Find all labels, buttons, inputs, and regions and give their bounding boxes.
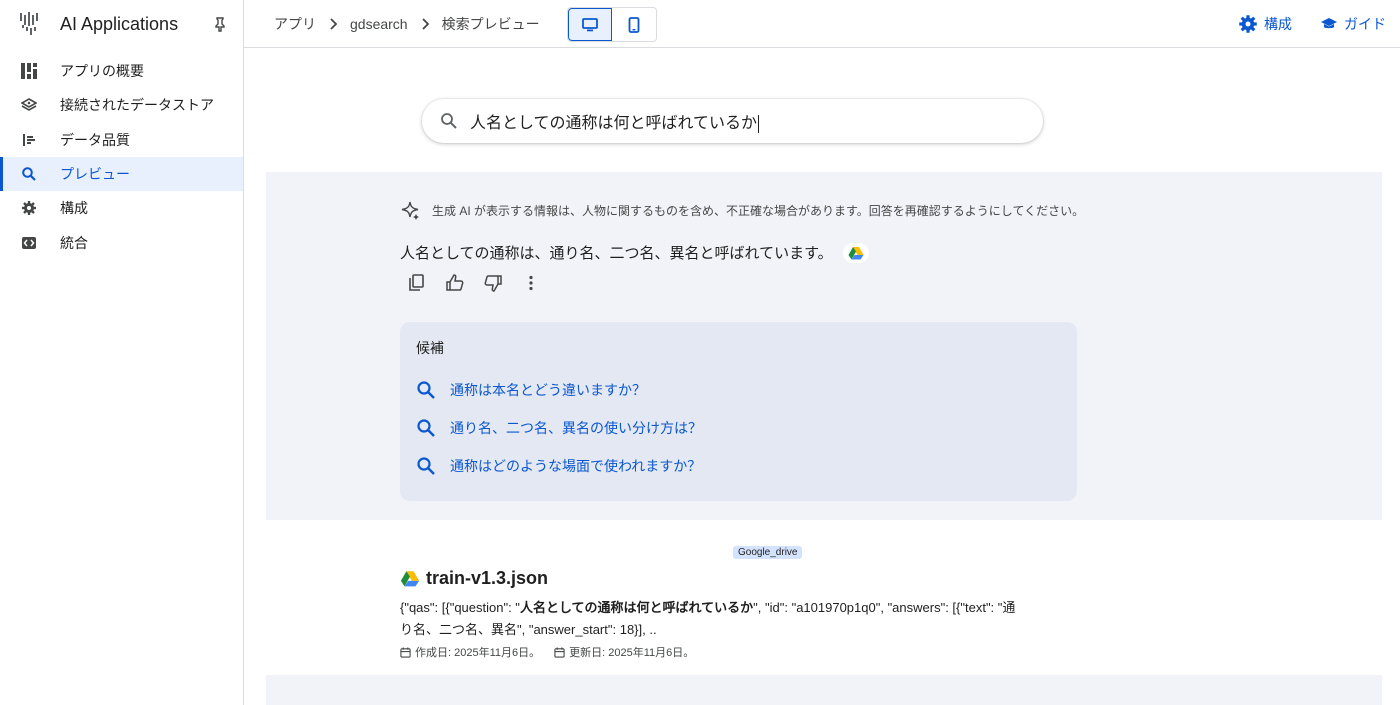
- config-link[interactable]: 構成: [1238, 14, 1292, 34]
- sidebar-item-label: プレビュー: [60, 166, 130, 183]
- search-card: 人名としての通称は何と呼ばれているか: [266, 48, 1382, 172]
- suggestions-panel: 候補 通称は本名とどう違いますか？ 通り名、二つ名、異名の使い分け方は？ 通称は…: [400, 322, 1077, 501]
- quality-icon: [20, 131, 38, 149]
- mobile-view-button[interactable]: [612, 8, 656, 41]
- more-vert-icon[interactable]: [522, 274, 540, 292]
- suggestions-header: 候補: [416, 340, 444, 356]
- sidebar-item-label: 接続されたデータストア: [60, 97, 214, 114]
- search-icon: [440, 112, 458, 130]
- google-drive-icon: [400, 570, 420, 587]
- chevron-right-icon: [420, 17, 430, 30]
- sidebar-nav: アプリの概要 接続されたデータストア データ品質 プレビュー 構成 統合: [0, 54, 243, 260]
- ai-answer-panel: 生成 AI が表示する情報は、人物に関するものを含め、不正確な場合があります。回…: [266, 172, 1382, 520]
- breadcrumb: アプリ gdsearch 検索プレビュー: [274, 14, 540, 34]
- suggestion-text: 通り名、二つ名、異名の使い分け方は？: [450, 420, 702, 436]
- sparkle-icon: [400, 200, 420, 220]
- school-icon: [1321, 18, 1337, 29]
- next-section: [266, 675, 1382, 705]
- config-link-label: 構成: [1264, 16, 1292, 32]
- result-snippet: {"qas": [{"question": "人名としての通称は何と呼ばれている…: [400, 600, 1016, 637]
- suggestion-item[interactable]: 通称は本名とどう違いますか？: [416, 380, 646, 400]
- datastore-icon: [20, 96, 38, 114]
- sidebar-item-preview[interactable]: プレビュー: [0, 156, 243, 192]
- ai-disclaimer: 生成 AI が表示する情報は、人物に関するものを含め、不正確な場合があります。回…: [400, 200, 1084, 220]
- breadcrumb-item[interactable]: gdsearch: [350, 16, 408, 32]
- suggestion-text: 通称は本名とどう違いますか？: [450, 382, 646, 398]
- answer-actions: [408, 274, 540, 292]
- desktop-view-button[interactable]: [568, 8, 612, 41]
- dashboard-icon: [20, 62, 38, 80]
- google-drive-icon[interactable]: [842, 242, 869, 263]
- ai-answer: 人名としての通称は、通り名、二つ名、異名と呼ばれています。: [400, 242, 869, 263]
- search-icon: [416, 456, 436, 476]
- disclaimer-text: 生成 AI が表示する情報は、人物に関するものを含め、不正確な場合があります。回…: [432, 203, 1085, 218]
- sidebar-item-label: アプリの概要: [60, 63, 144, 80]
- calendar-icon: [400, 646, 411, 658]
- search-icon: [416, 380, 436, 400]
- breadcrumb-item[interactable]: アプリ: [274, 14, 316, 34]
- app-logo-icon: [18, 11, 42, 37]
- sidebar-item-overview[interactable]: アプリの概要: [0, 54, 243, 88]
- app-title: AI Applications: [60, 13, 179, 34]
- gear-icon: [20, 199, 38, 217]
- created-date: 作成日: 2025年11月6日。: [400, 644, 540, 660]
- chevron-right-icon: [328, 17, 338, 30]
- main-content: 人名としての通称は何と呼ばれているか 生成 AI が表示する情報は、人物に関する…: [244, 48, 1400, 705]
- result-title-row[interactable]: train-v1.3.json: [400, 568, 548, 589]
- calendar-icon: [554, 646, 565, 658]
- result-meta: 作成日: 2025年11月6日。 更新日: 2025年11月6日。: [400, 644, 694, 660]
- sidebar-item-integration[interactable]: 統合: [0, 225, 243, 259]
- guide-link[interactable]: ガイド: [1320, 14, 1386, 34]
- brand: AI Applications: [0, 0, 243, 48]
- result-title[interactable]: train-v1.3.json: [426, 568, 548, 589]
- device-toggle: [567, 7, 657, 42]
- gear-icon: [1239, 15, 1257, 33]
- sidebar-item-datastores[interactable]: 接続されたデータストア: [0, 88, 243, 122]
- integration-icon: [20, 234, 38, 252]
- sidebar: AI Applications アプリの概要 接続されたデータストア データ品質: [0, 0, 244, 705]
- search-input[interactable]: 人名としての通称は何と呼ばれているか: [422, 99, 1043, 143]
- sidebar-item-data-quality[interactable]: データ品質: [0, 123, 243, 157]
- ai-answer-text: 人名としての通称は、通り名、二つ名、異名と呼ばれています。: [400, 245, 833, 262]
- guide-link-label: ガイド: [1344, 16, 1386, 32]
- breadcrumb-item: 検索プレビュー: [441, 15, 540, 32]
- updated-date: 更新日: 2025年11月6日。: [554, 644, 694, 660]
- search-icon: [416, 418, 436, 438]
- search-icon: [20, 165, 38, 183]
- thumbs-down-icon[interactable]: [484, 274, 502, 292]
- suggestion-item[interactable]: 通り名、二つ名、異名の使い分け方は？: [416, 418, 702, 438]
- top-links: 構成 ガイド: [1238, 14, 1386, 34]
- suggestion-text: 通称はどのような場面で使われますか？: [450, 458, 702, 474]
- source-badge: Google_drive: [733, 546, 803, 559]
- copy-icon[interactable]: [408, 274, 426, 292]
- desktop-icon: [582, 17, 598, 31]
- thumbs-up-icon[interactable]: [446, 274, 464, 292]
- sidebar-item-label: データ品質: [60, 131, 130, 148]
- mobile-icon: [628, 16, 640, 33]
- pin-icon[interactable]: [212, 16, 228, 32]
- suggestion-item[interactable]: 通称はどのような場面で使われますか？: [416, 456, 701, 476]
- top-bar: アプリ gdsearch 検索プレビュー 構成 ガイド: [244, 0, 1400, 48]
- sidebar-item-label: 統合: [60, 234, 88, 251]
- sidebar-item-config[interactable]: 構成: [0, 191, 243, 225]
- sidebar-item-label: 構成: [60, 200, 88, 217]
- search-query: 人名としての通称は何と呼ばれているか: [470, 114, 760, 133]
